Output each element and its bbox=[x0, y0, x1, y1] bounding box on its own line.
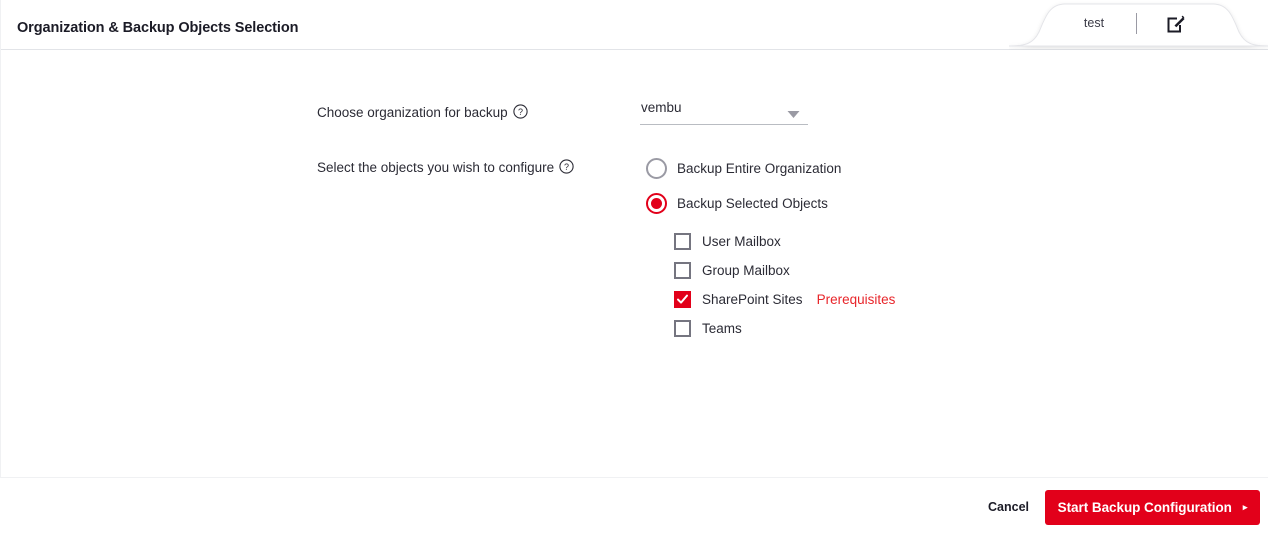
tab-shape bbox=[1009, 3, 1268, 47]
organization-select[interactable]: vembu bbox=[640, 96, 808, 125]
page-title: Organization & Backup Objects Selection bbox=[17, 20, 299, 36]
svg-text:?: ? bbox=[518, 107, 523, 117]
radio-dot bbox=[651, 198, 662, 209]
checkbox-teams[interactable]: Teams bbox=[674, 318, 895, 338]
checkbox-sharepoint-sites[interactable]: SharePoint Sites Prerequisites bbox=[674, 289, 895, 309]
checkbox-indicator bbox=[674, 261, 691, 279]
checkbox-indicator bbox=[674, 319, 691, 337]
help-circle-icon[interactable]: ? bbox=[512, 104, 528, 124]
organization-select-value: vembu bbox=[641, 100, 682, 115]
radio-indicator bbox=[646, 158, 667, 179]
tab-label: test bbox=[1083, 16, 1105, 30]
organization-label: Choose organization for backup bbox=[317, 105, 508, 120]
prerequisites-link[interactable]: Prerequisites bbox=[817, 292, 896, 307]
organization-row: Choose organization for backup ? bbox=[317, 104, 528, 124]
objects-label: Select the objects you wish to configure bbox=[317, 160, 555, 175]
checkbox-label: User Mailbox bbox=[702, 233, 781, 249]
checkbox-label: SharePoint Sites bbox=[702, 291, 803, 307]
primary-button-label: Start Backup Configuration bbox=[1057, 500, 1232, 515]
radio-label: Backup Entire Organization bbox=[677, 161, 842, 176]
objects-row: Select the objects you wish to configure… bbox=[317, 159, 574, 179]
content-card: Organization & Backup Objects Selection … bbox=[0, 0, 1268, 478]
chevron-down-icon[interactable] bbox=[787, 106, 800, 124]
checkbox-indicator bbox=[674, 232, 691, 250]
job-tab[interactable]: test bbox=[1009, 0, 1268, 50]
tab-divider bbox=[1136, 13, 1137, 34]
object-checkbox-list: User Mailbox Group Mailbox SharePoint Si… bbox=[674, 231, 895, 347]
svg-text:?: ? bbox=[564, 162, 569, 172]
arrow-right-icon: ▸ bbox=[1242, 502, 1248, 512]
checkbox-user-mailbox[interactable]: User Mailbox bbox=[674, 231, 895, 251]
help-circle-icon[interactable]: ? bbox=[559, 159, 574, 179]
checkbox-label: Teams bbox=[702, 320, 742, 336]
checkbox-group-mailbox[interactable]: Group Mailbox bbox=[674, 260, 895, 280]
radio-backup-entire-organization[interactable]: Backup Entire Organization bbox=[646, 158, 841, 179]
radio-label: Backup Selected Objects bbox=[677, 196, 828, 211]
radio-indicator-checked bbox=[646, 193, 667, 214]
edit-square-pencil-icon[interactable] bbox=[1165, 13, 1187, 35]
cancel-button[interactable]: Cancel bbox=[988, 500, 1029, 514]
start-backup-configuration-button[interactable]: Start Backup Configuration ▸ bbox=[1045, 490, 1260, 525]
radio-backup-selected-objects[interactable]: Backup Selected Objects bbox=[646, 193, 828, 214]
checkbox-indicator-checked bbox=[674, 290, 691, 308]
checkbox-label: Group Mailbox bbox=[702, 262, 790, 278]
panel-header: Organization & Backup Objects Selection … bbox=[1, 0, 1268, 50]
